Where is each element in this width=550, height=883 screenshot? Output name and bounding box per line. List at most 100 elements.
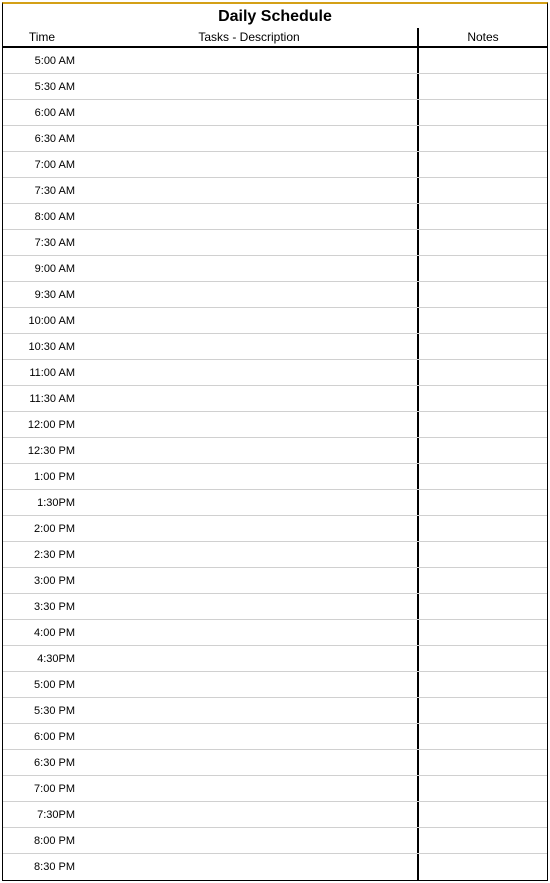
notes-cell [419, 386, 547, 411]
notes-cell [419, 230, 547, 255]
schedule-title: Daily Schedule [3, 4, 547, 28]
tasks-cell [81, 230, 419, 255]
time-cell: 10:00 AM [3, 315, 81, 327]
schedule-row: 12:00 PM [3, 412, 547, 438]
time-cell: 10:30 AM [3, 341, 81, 353]
notes-cell [419, 490, 547, 515]
tasks-cell [81, 828, 419, 853]
schedule-row: 8:00 AM [3, 204, 547, 230]
tasks-cell [81, 152, 419, 177]
schedule-row: 7:30 AM [3, 178, 547, 204]
tasks-cell [81, 646, 419, 671]
tasks-cell [81, 178, 419, 203]
notes-cell [419, 516, 547, 541]
tasks-cell [81, 48, 419, 73]
tasks-cell [81, 74, 419, 99]
schedule-rows: 5:00 AM5:30 AM6:00 AM6:30 AM7:00 AM7:30 … [3, 48, 547, 880]
notes-cell [419, 178, 547, 203]
time-cell: 6:00 AM [3, 107, 81, 119]
time-cell: 6:00 PM [3, 731, 81, 743]
tasks-cell [81, 594, 419, 619]
notes-cell [419, 568, 547, 593]
notes-cell [419, 620, 547, 645]
schedule-row: 4:00 PM [3, 620, 547, 646]
tasks-cell [81, 802, 419, 827]
schedule-row: 6:30 PM [3, 750, 547, 776]
time-cell: 7:00 PM [3, 783, 81, 795]
schedule-row: 12:30 PM [3, 438, 547, 464]
time-cell: 1:00 PM [3, 471, 81, 483]
header-row: Time Tasks - Description Notes [3, 28, 547, 48]
time-cell: 4:00 PM [3, 627, 81, 639]
time-cell: 9:30 AM [3, 289, 81, 301]
header-time: Time [3, 28, 81, 46]
schedule-row: 10:00 AM [3, 308, 547, 334]
time-cell: 3:30 PM [3, 601, 81, 613]
tasks-cell [81, 542, 419, 567]
tasks-cell [81, 100, 419, 125]
header-tasks: Tasks - Description [81, 28, 419, 46]
tasks-cell [81, 568, 419, 593]
notes-cell [419, 802, 547, 827]
schedule-row: 11:30 AM [3, 386, 547, 412]
notes-cell [419, 828, 547, 853]
tasks-cell [81, 334, 419, 359]
schedule-row: 5:30 PM [3, 698, 547, 724]
tasks-cell [81, 620, 419, 645]
daily-schedule: Daily Schedule Time Tasks - Description … [2, 2, 548, 881]
tasks-cell [81, 204, 419, 229]
time-cell: 11:30 AM [3, 393, 81, 405]
schedule-row: 3:00 PM [3, 568, 547, 594]
time-cell: 7:00 AM [3, 159, 81, 171]
tasks-cell [81, 724, 419, 749]
tasks-cell [81, 412, 419, 437]
time-cell: 5:00 AM [3, 55, 81, 67]
notes-cell [419, 750, 547, 775]
time-cell: 12:30 PM [3, 445, 81, 457]
schedule-row: 7:00 PM [3, 776, 547, 802]
tasks-cell [81, 308, 419, 333]
notes-cell [419, 126, 547, 151]
time-cell: 7:30 AM [3, 237, 81, 249]
tasks-cell [81, 516, 419, 541]
schedule-row: 11:00 AM [3, 360, 547, 386]
schedule-row: 6:00 AM [3, 100, 547, 126]
notes-cell [419, 724, 547, 749]
schedule-row: 1:00 PM [3, 464, 547, 490]
schedule-row: 6:00 PM [3, 724, 547, 750]
tasks-cell [81, 282, 419, 307]
tasks-cell [81, 854, 419, 880]
time-cell: 6:30 PM [3, 757, 81, 769]
tasks-cell [81, 698, 419, 723]
tasks-cell [81, 464, 419, 489]
schedule-row: 7:30 AM [3, 230, 547, 256]
notes-cell [419, 464, 547, 489]
schedule-row: 7:30PM [3, 802, 547, 828]
notes-cell [419, 308, 547, 333]
time-cell: 1:30PM [3, 497, 81, 509]
schedule-row: 2:00 PM [3, 516, 547, 542]
schedule-row: 2:30 PM [3, 542, 547, 568]
notes-cell [419, 48, 547, 73]
schedule-row: 5:00 AM [3, 48, 547, 74]
time-cell: 5:30 AM [3, 81, 81, 93]
schedule-row: 5:30 AM [3, 74, 547, 100]
notes-cell [419, 594, 547, 619]
schedule-row: 10:30 AM [3, 334, 547, 360]
time-cell: 2:30 PM [3, 549, 81, 561]
notes-cell [419, 282, 547, 307]
time-cell: 8:00 AM [3, 211, 81, 223]
tasks-cell [81, 672, 419, 697]
schedule-row: 7:00 AM [3, 152, 547, 178]
schedule-row: 4:30PM [3, 646, 547, 672]
schedule-row: 8:00 PM [3, 828, 547, 854]
notes-cell [419, 256, 547, 281]
time-cell: 4:30PM [3, 653, 81, 665]
notes-cell [419, 698, 547, 723]
notes-cell [419, 776, 547, 801]
schedule-row: 8:30 PM [3, 854, 547, 880]
tasks-cell [81, 750, 419, 775]
schedule-row: 1:30PM [3, 490, 547, 516]
time-cell: 11:00 AM [3, 367, 81, 379]
schedule-row: 9:00 AM [3, 256, 547, 282]
